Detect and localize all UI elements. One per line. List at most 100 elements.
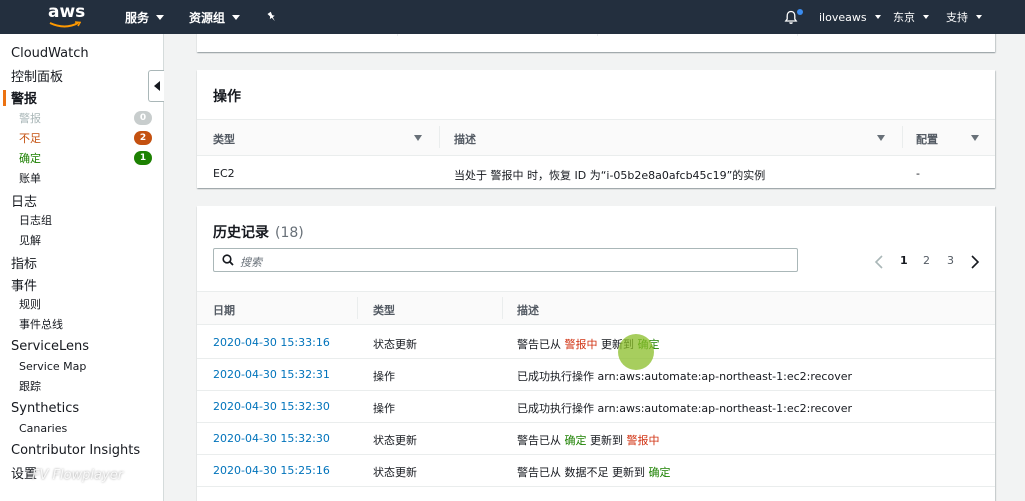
- count-badge: 0: [134, 111, 152, 125]
- history-date-link[interactable]: 2020-04-30 15:25:16: [213, 464, 330, 477]
- history-date-link[interactable]: 2020-04-30 15:32:30: [213, 400, 330, 413]
- row-divider: [197, 422, 995, 423]
- sidebar-item-label: 见解: [19, 234, 41, 247]
- support-label: 支持: [946, 11, 968, 24]
- sidebar-item-event-buses[interactable]: 事件总线: [19, 316, 183, 332]
- support-menu[interactable]: 支持: [946, 0, 982, 34]
- chevron-down-icon: [232, 14, 241, 20]
- history-description: 已成功执行操作 arn:aws:automate:ap-northeast-1:…: [517, 402, 852, 415]
- history-type: 状态更新: [373, 466, 417, 479]
- count-badge: 1: [134, 151, 152, 165]
- services-menu[interactable]: 服务: [125, 0, 165, 34]
- sidebar-item-events[interactable]: 事件: [11, 275, 175, 294]
- account-menu[interactable]: iloveaws: [819, 0, 881, 34]
- sidebar-item-label: 警报: [19, 112, 41, 125]
- column-divider[interactable]: [357, 297, 358, 319]
- page-1[interactable]: 1: [900, 254, 908, 267]
- sidebar-item-label: Contributor Insights: [11, 442, 141, 458]
- sort-icon[interactable]: [414, 135, 422, 141]
- description-text: 警告已从: [517, 466, 565, 479]
- column-header-date[interactable]: 日期: [213, 302, 235, 318]
- column-header-description[interactable]: 描述: [517, 302, 539, 318]
- resource-groups-label: 资源组: [189, 10, 226, 25]
- sidebar-item-contributor-insights[interactable]: Contributor Insights: [11, 441, 175, 459]
- search-input[interactable]: 搜索: [213, 248, 798, 272]
- description-text: 警告已从: [517, 434, 565, 447]
- sidebar-item-label: Canaries: [19, 421, 68, 435]
- sidebar-item-logs[interactable]: 日志: [11, 191, 175, 210]
- row-divider: [197, 486, 995, 487]
- sidebar-item-service-map[interactable]: Service Map: [19, 358, 183, 374]
- pin-button[interactable]: [266, 0, 278, 34]
- history-date-link[interactable]: 2020-04-30 15:32:30: [213, 432, 330, 445]
- sidebar-item-billing[interactable]: 账单: [19, 170, 183, 186]
- sidebar-item-canaries[interactable]: Canaries: [19, 420, 183, 436]
- sidebar-item-synthetics[interactable]: Synthetics: [11, 399, 175, 417]
- description-text: 警告已从: [517, 338, 565, 351]
- sidebar-item-label: Synthetics: [11, 400, 80, 416]
- sidebar-item-traces[interactable]: 跟踪: [19, 378, 183, 394]
- bell-icon: [784, 10, 798, 24]
- count-badge: 2: [134, 131, 152, 145]
- action-type: EC2: [213, 167, 235, 180]
- column-header-config[interactable]: 配置: [916, 131, 938, 147]
- row-divider: [197, 390, 995, 391]
- collapse-sidebar-button[interactable]: [148, 70, 164, 102]
- chevron-left-icon[interactable]: [874, 255, 884, 269]
- column-divider: [597, 34, 598, 36]
- sidebar-item-alarm-in-alarm[interactable]: 警报: [19, 110, 183, 126]
- history-description: 已成功执行操作 arn:aws:automate:ap-northeast-1:…: [517, 370, 852, 383]
- page-3[interactable]: 3: [947, 254, 954, 267]
- column-header-description[interactable]: 描述: [454, 131, 476, 147]
- chevron-down-icon: [156, 14, 165, 20]
- active-indicator: [3, 90, 6, 106]
- sort-icon[interactable]: [877, 135, 885, 141]
- sidebar-item-log-groups[interactable]: 日志组: [19, 212, 183, 228]
- history-date-link[interactable]: 2020-04-30 15:33:16: [213, 336, 330, 349]
- state-label: 警报中: [564, 338, 598, 351]
- history-title: 历史记录 (18): [213, 222, 304, 242]
- actions-panel: 操作 类型 描述 配置 EC2 当处于 警报中 时，恢复 ID 为“i-05b2…: [197, 70, 995, 188]
- sidebar-item-alarm-insufficient[interactable]: 不足: [19, 130, 183, 146]
- sidebar-item-metrics[interactable]: 指标: [11, 253, 175, 272]
- chevron-down-icon: [923, 15, 929, 19]
- sidebar-item-insights[interactable]: 见解: [19, 232, 183, 248]
- history-date-link[interactable]: 2020-04-30 15:32:31: [213, 368, 330, 381]
- history-table-header: 日期 类型 描述: [197, 291, 995, 325]
- action-description: 当处于 警报中 时，恢复 ID 为“i-05b2e8a0afcb45c19”的实…: [454, 169, 766, 182]
- sidebar-item-cloudwatch[interactable]: CloudWatch: [11, 44, 175, 62]
- sidebar-item-label: 日志组: [19, 214, 52, 227]
- page-2[interactable]: 2: [923, 254, 930, 267]
- history-type: 操作: [373, 370, 395, 383]
- region-menu[interactable]: 东京: [893, 0, 929, 34]
- sidebar-item-label: Service Map: [19, 359, 87, 373]
- state-label: 数据不足: [564, 466, 609, 479]
- resource-groups-menu[interactable]: 资源组: [189, 0, 241, 34]
- pin-icon: [267, 11, 275, 22]
- sidebar-item-label: 日志: [11, 194, 38, 210]
- aws-logo[interactable]: aws: [48, 4, 85, 30]
- sidebar-item-servicelens[interactable]: ServiceLens: [11, 337, 175, 355]
- row-divider: [197, 454, 995, 455]
- history-description: 警告已从 数据不足 更新到 确定: [517, 464, 671, 480]
- column-divider[interactable]: [502, 297, 503, 319]
- state-label: 警报中: [626, 434, 660, 447]
- column-divider[interactable]: [902, 126, 903, 148]
- sidebar-item-alarm-ok[interactable]: 确定: [19, 150, 183, 166]
- column-divider: [397, 34, 398, 36]
- column-divider[interactable]: [439, 126, 440, 148]
- history-type: 操作: [373, 402, 395, 415]
- sidebar-item-rules[interactable]: 规则: [19, 296, 183, 312]
- sidebar-item-label: 事件: [11, 278, 38, 294]
- sort-icon[interactable]: [971, 135, 979, 141]
- chevron-right-icon[interactable]: [970, 255, 980, 269]
- column-header-type[interactable]: 类型: [213, 131, 235, 147]
- search-placeholder: 搜索: [240, 256, 262, 269]
- sidebar-item-label: 账单: [19, 172, 41, 185]
- history-type: 状态更新: [373, 338, 417, 351]
- column-header-type[interactable]: 类型: [373, 302, 395, 318]
- sidebar-item-label: 指标: [11, 256, 38, 272]
- top-nav-bar: aws 服务 资源组 iloveaws 东京 支持: [0, 0, 1025, 34]
- description-text: 更新到: [608, 466, 649, 479]
- notifications-button[interactable]: [784, 0, 806, 34]
